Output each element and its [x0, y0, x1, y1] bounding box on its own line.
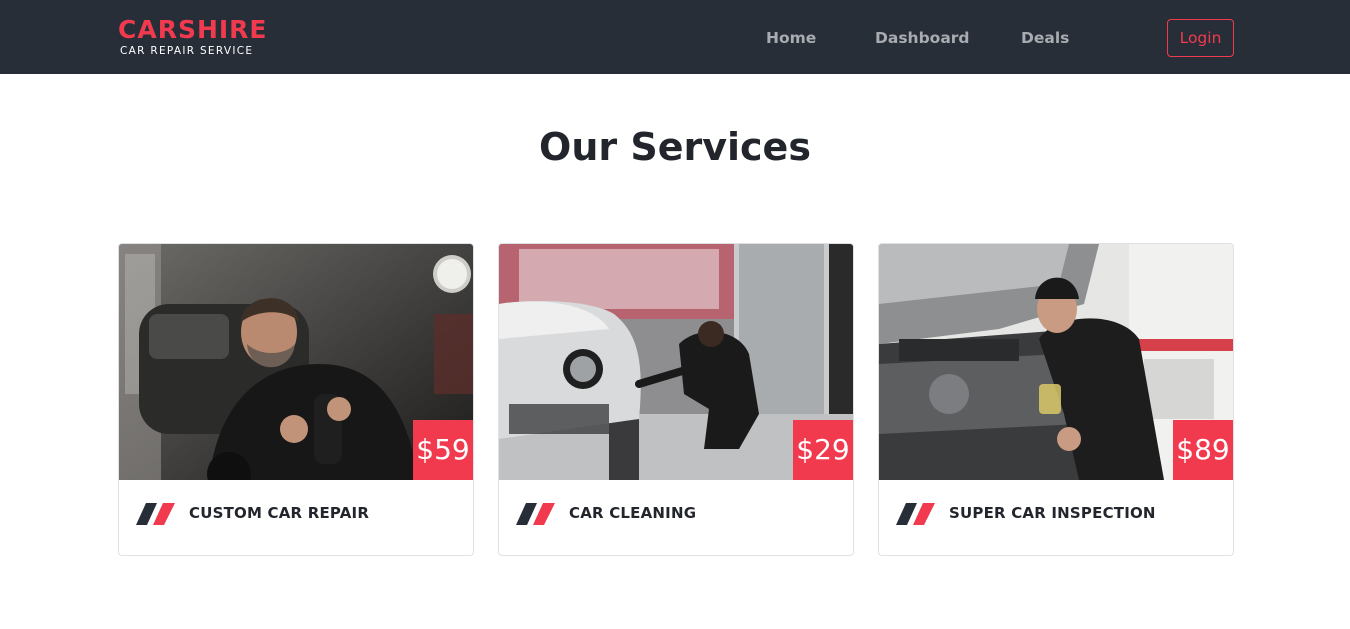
brand-logo[interactable]: CARSHIRE CAR REPAIR SERVICE: [118, 16, 268, 58]
nav-link-deals[interactable]: Deals: [1021, 28, 1069, 48]
nav-link-home[interactable]: Home: [766, 28, 816, 48]
navbar: CARSHIRE CAR REPAIR SERVICE Home Dashboa…: [0, 0, 1350, 74]
price-badge: $89: [1173, 420, 1233, 480]
brand-tagline: CAR REPAIR SERVICE: [120, 45, 254, 57]
double-slash-icon: [136, 503, 175, 525]
service-title: SUPER CAR INSPECTION: [949, 504, 1156, 522]
service-photo-car-cleaning: $29: [499, 244, 853, 480]
double-slash-icon: [896, 503, 935, 525]
service-title: CUSTOM CAR REPAIR: [189, 504, 370, 522]
login-button[interactable]: Login: [1167, 19, 1234, 57]
service-photo-car-inspection: $89: [879, 244, 1233, 480]
brand-name: CARSHIRE: [118, 15, 268, 44]
page-title: Our Services: [539, 125, 811, 169]
service-title: CAR CLEANING: [569, 504, 697, 522]
price-badge: $59: [413, 420, 473, 480]
double-slash-icon: [516, 503, 555, 525]
service-card-super-car-inspection[interactable]: $89 SUPER CAR INSPECTION: [878, 243, 1234, 556]
service-card-car-cleaning[interactable]: $29 CAR CLEANING: [498, 243, 854, 556]
service-photo-mechanic-repair: $59: [119, 244, 473, 480]
nav-link-dashboard[interactable]: Dashboard: [875, 28, 970, 48]
service-card-custom-car-repair[interactable]: $59 CUSTOM CAR REPAIR: [118, 243, 474, 556]
price-badge: $29: [793, 420, 853, 480]
